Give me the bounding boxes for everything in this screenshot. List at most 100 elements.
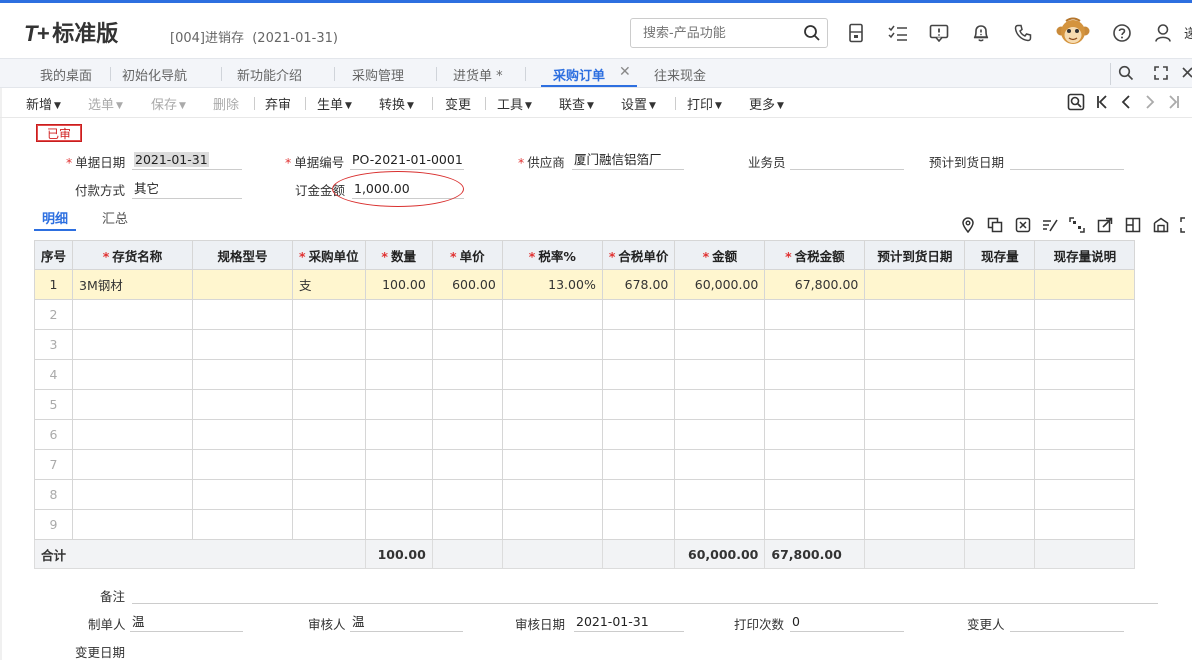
grid-cell[interactable] [501, 419, 603, 450]
grid-cell[interactable]: 678.00 [601, 269, 676, 300]
abandon-audit-button[interactable]: 弃审 [265, 94, 291, 113]
table-row[interactable]: 8 [33, 479, 1136, 510]
grid-cell[interactable] [292, 329, 366, 360]
tab-new-features[interactable]: 新功能介绍 [237, 65, 302, 84]
grid-cell[interactable] [864, 509, 966, 540]
bell-icon[interactable] [971, 22, 991, 44]
column-header[interactable]: * 单价 [431, 240, 503, 270]
salesman-field[interactable] [790, 151, 904, 170]
grid-cell[interactable] [964, 359, 1036, 390]
more-button[interactable]: 更多 ▼ [749, 94, 784, 113]
column-header[interactable]: 现存量说明 [1034, 240, 1136, 270]
grid-cell[interactable] [674, 479, 766, 510]
tools-button[interactable]: 工具 ▼ [497, 94, 532, 113]
grid-cell[interactable] [501, 299, 603, 330]
grid-cell[interactable] [501, 509, 603, 540]
convert-button[interactable]: 转换 ▼ [379, 94, 414, 113]
settings-button[interactable]: 设置 ▼ [621, 94, 656, 113]
fullscreen-grid-icon[interactable] [1180, 217, 1192, 233]
code-field[interactable]: PO-2021-01-0001 [350, 151, 464, 170]
grid-cell[interactable] [192, 299, 294, 330]
grid-cell[interactable] [292, 449, 366, 480]
grid-cell[interactable] [292, 479, 366, 510]
grid-cell[interactable] [674, 419, 766, 450]
tab-close-icon[interactable]: ✕ [619, 64, 631, 80]
grid-cell[interactable] [292, 509, 366, 540]
grid-cell[interactable] [431, 389, 503, 420]
grid-cell[interactable] [601, 329, 676, 360]
grid-cell[interactable] [72, 329, 194, 360]
grid-cell[interactable] [764, 389, 866, 420]
export-icon[interactable] [1097, 217, 1113, 233]
grid-cell[interactable]: 支 [292, 269, 366, 300]
column-header[interactable]: 预计到货日期 [864, 240, 966, 270]
grid-cell[interactable] [764, 479, 866, 510]
delete-button[interactable]: 删除 [213, 94, 239, 113]
auditor-field[interactable]: 温 [350, 613, 463, 632]
tab-summary[interactable]: 汇总 [102, 208, 128, 227]
grid-cell[interactable] [72, 389, 194, 420]
grid-cell[interactable] [192, 269, 294, 300]
grid-cell[interactable] [72, 359, 194, 390]
grid-cell[interactable]: 13.00% [501, 269, 603, 300]
table-row[interactable]: 6 [33, 419, 1136, 450]
grid-cell[interactable] [864, 359, 966, 390]
grid-cell[interactable] [431, 299, 503, 330]
grid-cell[interactable] [674, 299, 766, 330]
grid-cell[interactable] [292, 389, 366, 420]
grid-cell[interactable] [1034, 269, 1136, 300]
grid-cell[interactable] [764, 449, 866, 480]
grid-cell[interactable] [192, 449, 294, 480]
scan-icon[interactable] [1069, 217, 1085, 233]
grid-cell[interactable] [72, 299, 194, 330]
column-header[interactable]: 序号 [33, 240, 74, 270]
grid-cell[interactable] [674, 509, 766, 540]
grid-cell[interactable] [864, 299, 966, 330]
grid-cell[interactable] [964, 419, 1036, 450]
table-row[interactable]: 4 [33, 359, 1136, 390]
column-header[interactable]: * 税率% [501, 240, 603, 270]
remark-field[interactable] [132, 585, 1158, 604]
tab-purchase-order[interactable]: 采购订单 [553, 65, 605, 84]
table-row[interactable]: 7 [33, 449, 1136, 480]
column-header[interactable]: * 含税金额 [764, 240, 866, 270]
grid-cell[interactable] [601, 359, 676, 390]
grid-cell[interactable] [192, 359, 294, 390]
date-field[interactable]: 2021-01-31 [132, 151, 242, 170]
query-button[interactable]: 联查 ▼ [559, 94, 594, 113]
maker-field[interactable]: 温 [130, 613, 243, 632]
grid-cell[interactable] [964, 269, 1036, 300]
grid-cell[interactable] [72, 479, 194, 510]
column-header[interactable]: 现存量 [964, 240, 1036, 270]
user-icon[interactable] [1153, 22, 1173, 44]
grid-cell[interactable] [1034, 359, 1136, 390]
grid-cell[interactable] [1034, 479, 1136, 510]
table-row[interactable]: 3 [33, 329, 1136, 360]
grid-cell[interactable] [1034, 389, 1136, 420]
grid-cell[interactable] [1034, 449, 1136, 480]
grid-cell[interactable] [864, 269, 966, 300]
grid-cell[interactable] [601, 389, 676, 420]
arrival-date-field[interactable] [1010, 151, 1124, 170]
grid-cell[interactable] [501, 449, 603, 480]
print-button[interactable]: 打印 ▼ [687, 94, 722, 113]
delete-row-icon[interactable] [1015, 217, 1031, 233]
grid-cell[interactable] [364, 479, 433, 510]
grid-cell[interactable] [674, 449, 766, 480]
search-box[interactable] [630, 18, 828, 48]
grid-cell[interactable] [764, 509, 866, 540]
edit-icon[interactable] [1042, 217, 1058, 233]
grid-cell[interactable] [1034, 329, 1136, 360]
grid-cell[interactable] [292, 419, 366, 450]
next-record-icon[interactable] [1141, 93, 1159, 111]
grid-cell[interactable] [364, 419, 433, 450]
last-record-icon[interactable] [1165, 93, 1183, 111]
checklist-icon[interactable] [888, 22, 908, 44]
grid-cell[interactable] [1034, 299, 1136, 330]
audit-date-field[interactable]: 2021-01-31 [574, 613, 684, 632]
grid-cell[interactable]: 60,000.00 [674, 269, 766, 300]
column-header[interactable]: * 采购单位 [292, 240, 366, 270]
grid-cell[interactable] [864, 479, 966, 510]
fullscreen-icon[interactable] [1152, 64, 1170, 82]
calculator-icon[interactable] [846, 22, 866, 44]
